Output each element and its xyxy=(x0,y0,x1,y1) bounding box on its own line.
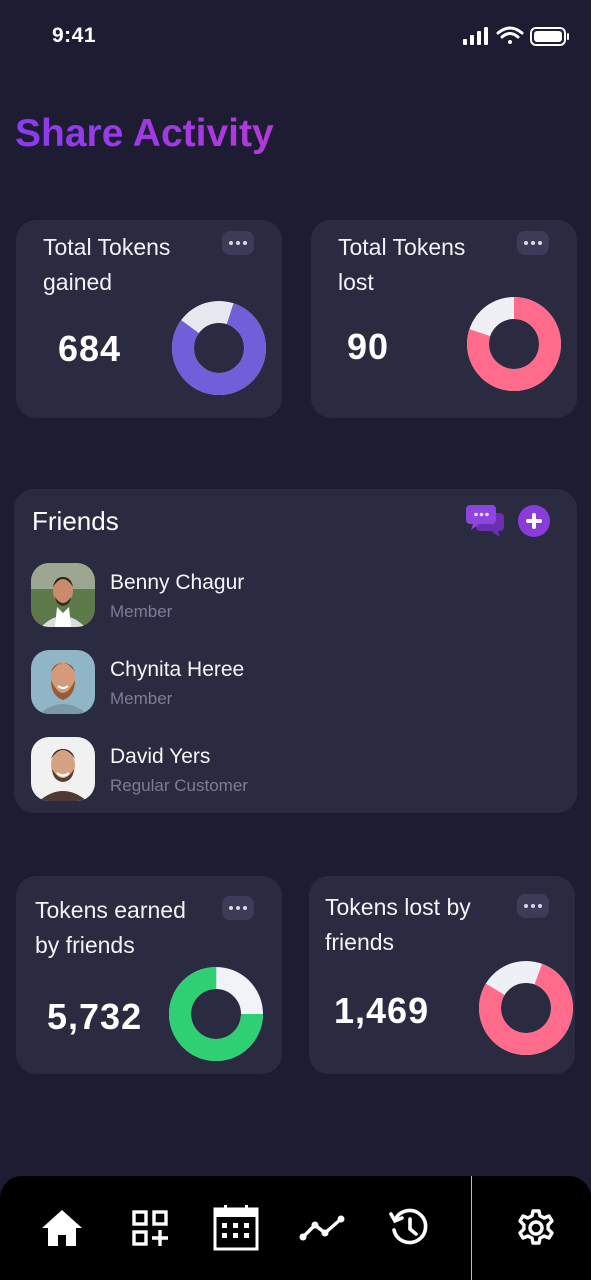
battery-icon xyxy=(530,27,569,46)
friend-name: Chynita Heree xyxy=(110,658,245,681)
stat-card-friends-earned[interactable]: Tokens earned by friends 5,732 xyxy=(16,876,282,1074)
wifi-icon xyxy=(496,26,524,44)
qr-code-add-icon xyxy=(132,1210,168,1246)
stat-card-friends-lost[interactable]: Tokens lost by friends 1,469 xyxy=(309,876,575,1074)
nav-qr-button[interactable] xyxy=(126,1204,174,1252)
history-icon xyxy=(389,1208,428,1245)
friends-title: Friends xyxy=(32,506,119,536)
bottom-nav xyxy=(0,1176,591,1280)
friend-list-item[interactable]: Benny Chagur Member xyxy=(31,563,551,629)
friend-name: Benny Chagur xyxy=(110,571,245,594)
status-time: 9:41 xyxy=(52,24,97,47)
friend-list-item[interactable]: Chynita Heree Member xyxy=(31,650,551,716)
donut-chart xyxy=(467,297,561,391)
avatar xyxy=(31,650,95,714)
cellular-signal-icon xyxy=(463,27,488,45)
nav-home-button[interactable] xyxy=(38,1204,86,1252)
activity-chart-icon xyxy=(299,1215,345,1241)
friend-role: Regular Customer xyxy=(110,776,248,795)
friends-card: Friends Benny Chagur Member Chynita Here… xyxy=(14,489,577,813)
nav-settings-button[interactable] xyxy=(512,1204,560,1252)
more-options-button[interactable] xyxy=(222,896,254,920)
stat-card-tokens-lost[interactable]: Total Tokens lost 90 xyxy=(311,220,577,418)
gear-icon xyxy=(518,1209,554,1245)
calendar-icon xyxy=(213,1205,259,1251)
nav-activity-button[interactable] xyxy=(299,1204,347,1252)
friend-role: Member xyxy=(110,689,173,708)
friend-role: Member xyxy=(110,602,173,621)
nav-calendar-button[interactable] xyxy=(212,1204,260,1252)
add-friend-button[interactable] xyxy=(518,505,550,537)
donut-chart xyxy=(479,961,573,1055)
avatar xyxy=(31,737,95,801)
status-icons xyxy=(463,26,569,46)
home-icon xyxy=(42,1210,82,1246)
more-options-button[interactable] xyxy=(222,231,254,255)
page-title: Share Activity xyxy=(15,112,274,155)
avatar xyxy=(31,563,95,627)
friend-name: David Yers xyxy=(110,745,211,768)
stat-card-tokens-gained[interactable]: Total Tokens gained 684 xyxy=(16,220,282,418)
friend-list-item[interactable]: David Yers Regular Customer xyxy=(31,737,551,803)
stat-value: 5,732 xyxy=(47,996,143,1037)
chat-icon[interactable] xyxy=(466,503,506,539)
donut-chart xyxy=(172,301,266,395)
stat-card-title: Total Tokens lost xyxy=(338,234,466,295)
more-options-button[interactable] xyxy=(517,231,549,255)
nav-history-button[interactable] xyxy=(386,1204,434,1252)
more-options-button[interactable] xyxy=(517,894,549,918)
stat-card-title: Tokens lost by friends xyxy=(325,894,471,955)
stat-value: 684 xyxy=(58,328,122,369)
stat-value: 90 xyxy=(347,326,390,367)
stat-card-title: Tokens earned by friends xyxy=(35,897,186,958)
stat-value: 1,469 xyxy=(334,990,430,1031)
donut-chart xyxy=(169,967,263,1061)
stat-card-title: Total Tokens gained xyxy=(43,234,171,295)
nav-divider xyxy=(471,1176,472,1280)
